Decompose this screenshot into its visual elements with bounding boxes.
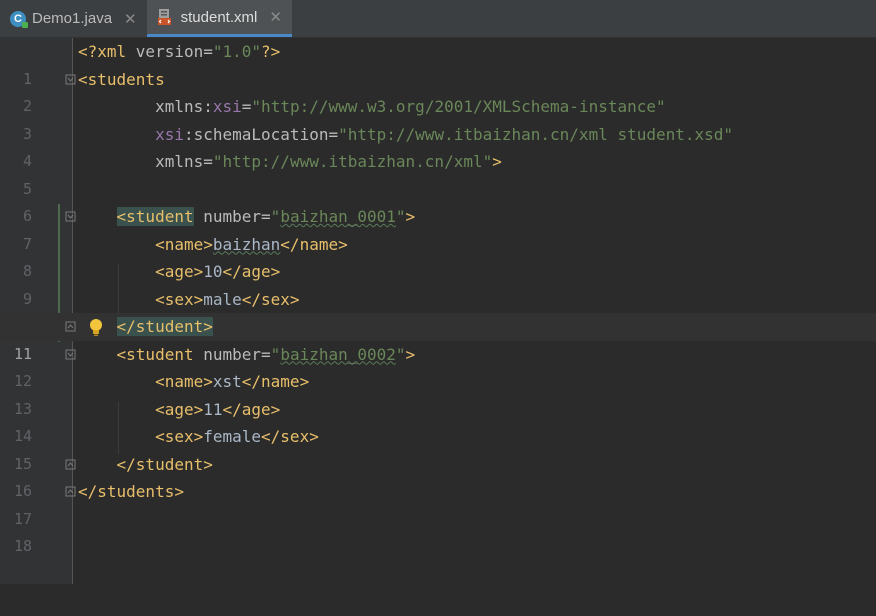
code-line: 5 xmlns="http://www.itbaizhan.cn/xml"> (0, 148, 876, 198)
line-content: <name>xst</name> (155, 372, 310, 391)
fold-expanded-icon[interactable] (65, 349, 76, 360)
line-number: 18 (13, 537, 32, 555)
fold-end-icon[interactable] (65, 321, 76, 332)
matched-tag-highlight: <student (116, 207, 194, 226)
code-line: 10 <sex>male</sex> (0, 286, 876, 336)
line-content: xmlns:xsi="http://www.w3.org/2001/XMLSch… (155, 97, 666, 116)
line-content: <student number="baizhan_0002"> (116, 344, 416, 364)
line-content: <age>11</age> (155, 399, 281, 419)
code-line: 2 <students (0, 66, 876, 116)
fold-expanded-icon[interactable] (65, 211, 76, 222)
xml-file-icon (157, 8, 175, 26)
line-content: xmlns="http://www.itbaizhan.cn/xml"> (155, 152, 502, 171)
code-line: 4 xsi:schemaLocation="http://www.itbaizh… (0, 121, 876, 171)
code-line: 12 <student number="baizhan_0002"> (0, 341, 876, 391)
fold-end-icon[interactable] (65, 459, 76, 470)
line-content: </student> (116, 454, 213, 474)
code-editor[interactable]: 1 <?xml version="1.0"?> 2 <students 3 xm… (0, 38, 876, 584)
line-content: </students> (78, 482, 184, 501)
tab-label: Demo1.java (32, 10, 113, 27)
code-line: 15 <sex>female</sex> (0, 423, 876, 473)
code-line-current: 11 </student> (0, 313, 876, 363)
close-icon[interactable]: ✕ (124, 10, 137, 28)
line-content: <sex>male</sex> (155, 289, 300, 309)
code-line: 3 xmlns:xsi="http://www.w3.org/2001/XMLS… (0, 93, 876, 143)
fold-end-icon[interactable] (65, 486, 76, 497)
code-line: 6 (0, 176, 876, 225)
line-content: </student> (78, 313, 213, 341)
line-content: xsi:schemaLocation="http://www.itbaizhan… (155, 124, 734, 144)
editor-tab-bar: C Demo1.java ✕ student.xml ✕ (0, 0, 876, 38)
code-line: 13 <name>xst</name> (0, 368, 876, 418)
tab-student-xml[interactable]: student.xml ✕ (146, 0, 292, 37)
code-line: 16 </student> (0, 451, 876, 501)
tab-label: student.xml (180, 8, 258, 26)
code-line: 9 <age>10</age> (0, 258, 876, 308)
line-content: <?xml version="1.0"?> (78, 42, 281, 61)
code-line: 18 (0, 506, 876, 555)
tab-demo1-java[interactable]: C Demo1.java ✕ (0, 0, 147, 37)
java-class-icon: C (10, 10, 28, 28)
line-content: <age>10</age> (155, 262, 281, 281)
matched-tag-highlight: </student> (116, 317, 213, 336)
line-content: <student number="baizhan_0001"> (116, 207, 416, 226)
line-content: <sex>female</sex> (155, 427, 319, 446)
fold-expanded-icon[interactable] (65, 74, 76, 85)
code-line: 8 <name>baizhan</name> (0, 231, 876, 281)
line-content: <students (78, 69, 165, 89)
line-content: <name>baizhan</name> (155, 234, 348, 254)
code-line: 17 </students> (0, 478, 876, 528)
code-line: 1 <?xml version="1.0"?> (0, 38, 876, 88)
code-line: 7 <student number="baizhan_0001"> (0, 203, 876, 253)
code-line: 14 <age>11</age> (0, 396, 876, 446)
close-icon[interactable]: ✕ (269, 8, 282, 26)
